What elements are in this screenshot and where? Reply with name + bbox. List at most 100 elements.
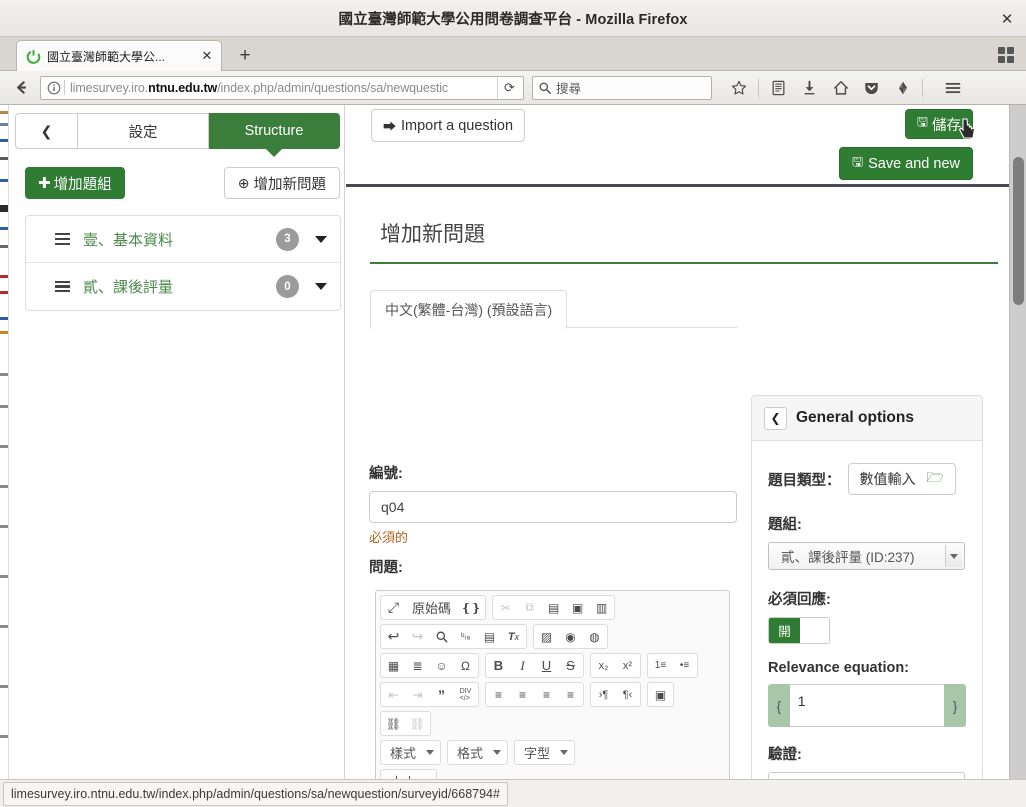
sync-icon[interactable] bbox=[888, 75, 917, 101]
drag-handle-icon[interactable] bbox=[55, 233, 70, 245]
subscript-icon[interactable]: x₂ bbox=[592, 655, 615, 676]
tab-overview-icon[interactable] bbox=[996, 45, 1016, 65]
search-icon bbox=[539, 82, 551, 94]
sidebar-collapse-button[interactable]: ❮ bbox=[15, 113, 78, 149]
align-left-icon[interactable]: ≡ bbox=[487, 684, 510, 705]
question-type-label: 題目類型： bbox=[768, 472, 841, 489]
page-vertical-scrollbar[interactable] bbox=[1009, 105, 1026, 779]
blockquote-icon[interactable]: ” bbox=[430, 684, 453, 705]
bookmark-star-icon[interactable] bbox=[724, 75, 753, 101]
styles-select[interactable]: 樣式 bbox=[380, 740, 442, 765]
create-div-icon[interactable]: DIV </> bbox=[454, 684, 477, 705]
scrollbar-thumb[interactable] bbox=[1013, 157, 1024, 305]
page-content: ❮ 設定 Structure ✚ 增加題組 ⊕ 增加新問題 壹、基本資料 3 貳… bbox=[0, 105, 1026, 779]
media-icon[interactable]: ◉ bbox=[559, 626, 582, 647]
question-code-input[interactable] bbox=[369, 491, 737, 523]
smiley-icon[interactable]: ☺ bbox=[430, 655, 453, 676]
font-select-label: 字型 bbox=[524, 746, 551, 761]
relevance-equation-input[interactable] bbox=[789, 684, 945, 727]
chevron-down-icon[interactable] bbox=[315, 283, 327, 290]
link-icon[interactable]: ⛓ bbox=[382, 713, 405, 734]
special-char-icon[interactable]: Ω bbox=[454, 655, 477, 676]
save-and-new-button[interactable]: 🖫 Save and new bbox=[839, 147, 973, 180]
tab-language-zh-tw[interactable]: 中文(繁體-台灣) (預設語言) bbox=[370, 290, 568, 329]
tab-structure[interactable]: Structure bbox=[209, 113, 340, 157]
replace-icon[interactable]: ᵇ₍ₐ bbox=[454, 626, 477, 647]
unlink-icon[interactable]: ⛓ bbox=[406, 713, 429, 734]
floppy-icon: 🖫 bbox=[916, 114, 928, 129]
url-bar[interactable]: limesurvey.iro.ntnu.edu.tw/index.php/adm… bbox=[40, 75, 524, 100]
question-type-row: 題目類型： 數值輸入 🗁 bbox=[768, 463, 966, 495]
chevron-left-icon[interactable]: ❮ bbox=[764, 406, 787, 430]
bold-icon[interactable]: B bbox=[487, 655, 510, 676]
rtl-icon[interactable]: ¶‹ bbox=[616, 684, 639, 705]
table-icon[interactable]: ▦ bbox=[382, 655, 405, 676]
ltr-icon[interactable]: ›¶ bbox=[592, 684, 615, 705]
reload-icon[interactable]: ⟳ bbox=[497, 76, 521, 99]
horizontal-rule-icon[interactable]: ≣ bbox=[406, 655, 429, 676]
question-type-selector[interactable]: 數值輸入 🗁 bbox=[847, 463, 956, 495]
group-name[interactable]: 壹、基本資料 bbox=[83, 229, 263, 250]
image-icon[interactable]: ▨ bbox=[535, 626, 558, 647]
size-select[interactable]: 大小 bbox=[380, 769, 438, 779]
paste-text-icon[interactable]: ▣ bbox=[566, 597, 589, 618]
select-all-icon[interactable]: ▤ bbox=[478, 626, 501, 647]
download-icon[interactable] bbox=[795, 75, 824, 101]
editor-toolbar-row: 樣式 格式 字型 bbox=[380, 740, 725, 765]
find-icon[interactable] bbox=[430, 626, 453, 647]
paste-word-icon[interactable]: ▥ bbox=[590, 597, 613, 618]
question-rich-text-editor: ⤢ 原始碼 ❴❵ ✂ ⧉ ▤ ▣ ▥ ↩ ↪ ᵇ₍ₐ ▤ T x ▨ ◉ ◍ ▦… bbox=[375, 590, 730, 779]
firefox-window: 國立臺灣師範大學公用問卷調查平台 - Mozilla Firefox ✕ 國立臺… bbox=[0, 0, 1026, 807]
group-name[interactable]: 貳、課後評量 bbox=[83, 276, 263, 297]
cut-icon[interactable]: ✂ bbox=[494, 597, 517, 618]
add-new-question-button[interactable]: ⊕ 增加新問題 bbox=[223, 167, 340, 199]
align-justify-icon[interactable]: ≡ bbox=[559, 684, 582, 705]
new-tab-button[interactable]: + bbox=[232, 43, 258, 68]
question-group-row[interactable]: 壹、基本資料 3 bbox=[26, 216, 340, 263]
chevron-down-icon[interactable] bbox=[315, 235, 327, 243]
window-close-button[interactable]: ✕ bbox=[996, 8, 1018, 30]
italic-icon[interactable]: I bbox=[511, 655, 534, 676]
flash-icon[interactable]: ◍ bbox=[583, 626, 606, 647]
import-label: Import a question bbox=[401, 117, 514, 134]
font-select[interactable]: 字型 bbox=[514, 740, 576, 765]
remove-format-icon[interactable]: Tx bbox=[502, 626, 525, 647]
outdent-icon[interactable]: ⇤ bbox=[382, 684, 405, 705]
question-group-row[interactable]: 貳、課後評量 0 bbox=[26, 263, 340, 310]
save-button[interactable]: 🖫 儲存 bbox=[904, 109, 973, 139]
numbered-list-icon[interactable]: 1≡ bbox=[649, 655, 672, 676]
superscript-icon[interactable]: x² bbox=[616, 655, 639, 676]
search-bar[interactable]: 搜尋 bbox=[532, 75, 712, 100]
underline-icon[interactable]: U bbox=[535, 655, 558, 676]
browser-tab[interactable]: 國立臺灣師範大學公... ✕ bbox=[16, 40, 222, 71]
bulleted-list-icon[interactable]: •≡ bbox=[673, 655, 696, 676]
source-code-button[interactable]: 原始碼 bbox=[406, 597, 457, 618]
library-icon[interactable] bbox=[764, 75, 793, 101]
undo-icon[interactable]: ↩ bbox=[382, 626, 405, 647]
indent-icon[interactable]: ⇥ bbox=[406, 684, 429, 705]
strike-icon[interactable]: S bbox=[559, 655, 582, 676]
tab-close-icon[interactable]: ✕ bbox=[199, 48, 215, 64]
add-question-group-button[interactable]: ✚ 增加題組 bbox=[25, 167, 125, 199]
drag-handle-icon[interactable] bbox=[55, 280, 70, 293]
maximize-icon[interactable]: ⤢ bbox=[382, 597, 405, 618]
question-group-select[interactable]: 貳、課後評量 (ID:237) bbox=[768, 542, 965, 570]
align-center-icon[interactable]: ≡ bbox=[511, 684, 534, 705]
back-button[interactable] bbox=[6, 73, 36, 103]
copy-icon[interactable]: ⧉ bbox=[518, 597, 541, 618]
align-right-icon[interactable]: ≡ bbox=[535, 684, 558, 705]
home-icon[interactable] bbox=[826, 75, 855, 101]
templates-icon[interactable]: ❴❵ bbox=[458, 597, 484, 618]
mandatory-toggle[interactable]: 開 bbox=[768, 617, 830, 644]
import-question-button[interactable]: ⮕ Import a question bbox=[371, 109, 526, 142]
site-info-icon[interactable] bbox=[45, 81, 63, 95]
show-blocks-icon[interactable]: ▣ bbox=[649, 684, 672, 705]
paste-icon[interactable]: ▤ bbox=[542, 597, 565, 618]
format-select[interactable]: 格式 bbox=[447, 740, 509, 765]
group-question-count: 0 bbox=[276, 275, 299, 298]
menu-hamburger-icon[interactable] bbox=[938, 75, 967, 101]
pocket-icon[interactable] bbox=[857, 75, 886, 101]
redo-icon[interactable]: ↪ bbox=[406, 626, 429, 647]
tab-settings[interactable]: 設定 bbox=[78, 113, 209, 149]
validation-input[interactable] bbox=[768, 772, 965, 779]
